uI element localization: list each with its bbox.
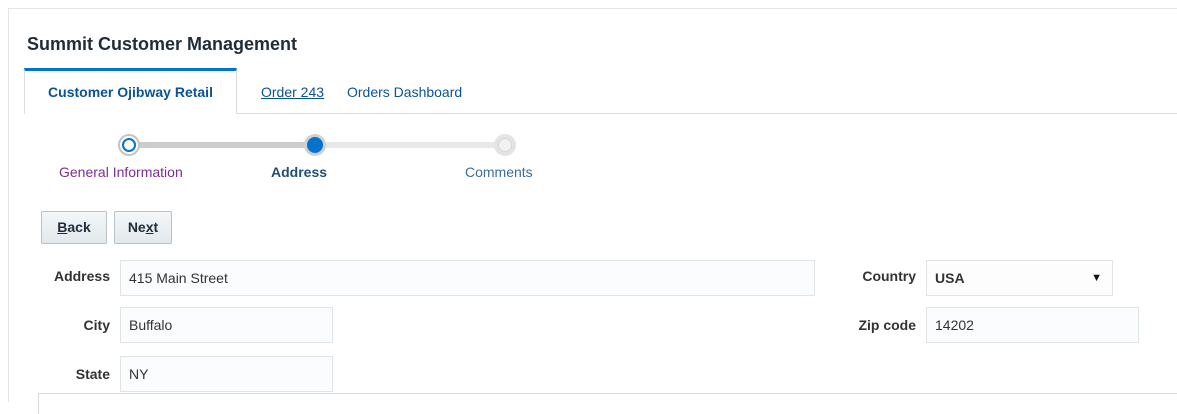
dropdown-arrow-icon[interactable]: ▼ [1091, 261, 1102, 295]
train-stop-address-icon[interactable] [304, 134, 326, 156]
page-title: Summit Customer Management [27, 34, 298, 54]
train-label-address[interactable]: Address [271, 164, 327, 180]
tab-order-243[interactable]: Order 243 [261, 68, 324, 112]
tab-bar: Customer Ojibway Retail Order 243 Orders… [24, 68, 1177, 114]
next-accel-key: x [145, 219, 154, 235]
state-label: State [75, 366, 110, 382]
address-field[interactable]: 415 Main Street [120, 260, 815, 296]
train-label-general-information[interactable]: General Information [59, 164, 183, 180]
train-connector-todo [315, 142, 505, 148]
comments-region [38, 393, 1177, 414]
train-connector-done [130, 142, 315, 148]
city-field[interactable]: Buffalo [120, 307, 333, 343]
zip-label: Zip code [858, 317, 916, 333]
tab-orders-dashboard[interactable]: Orders Dashboard [347, 68, 462, 112]
back-label-rest: ack [67, 219, 91, 235]
train-stop-comments-icon[interactable] [494, 134, 516, 156]
next-label-pre: Ne [127, 219, 146, 235]
city-label: City [83, 317, 110, 333]
train-stop-general-information-icon[interactable] [118, 134, 140, 156]
tab-customer-ojibway-retail[interactable]: Customer Ojibway Retail [24, 68, 237, 114]
train-label-comments[interactable]: Comments [465, 164, 533, 180]
country-value: USA [935, 270, 965, 286]
country-label: Country [862, 268, 916, 284]
next-button[interactable]: Next [114, 211, 172, 244]
country-select[interactable]: USA ▼ [926, 260, 1113, 296]
back-button[interactable]: Back [41, 211, 107, 244]
back-accel-key: B [57, 219, 68, 235]
zip-field[interactable]: 14202 [926, 307, 1139, 343]
next-label-rest: t [153, 219, 159, 235]
state-field[interactable]: NY [120, 356, 333, 392]
address-label: Address [53, 268, 110, 284]
